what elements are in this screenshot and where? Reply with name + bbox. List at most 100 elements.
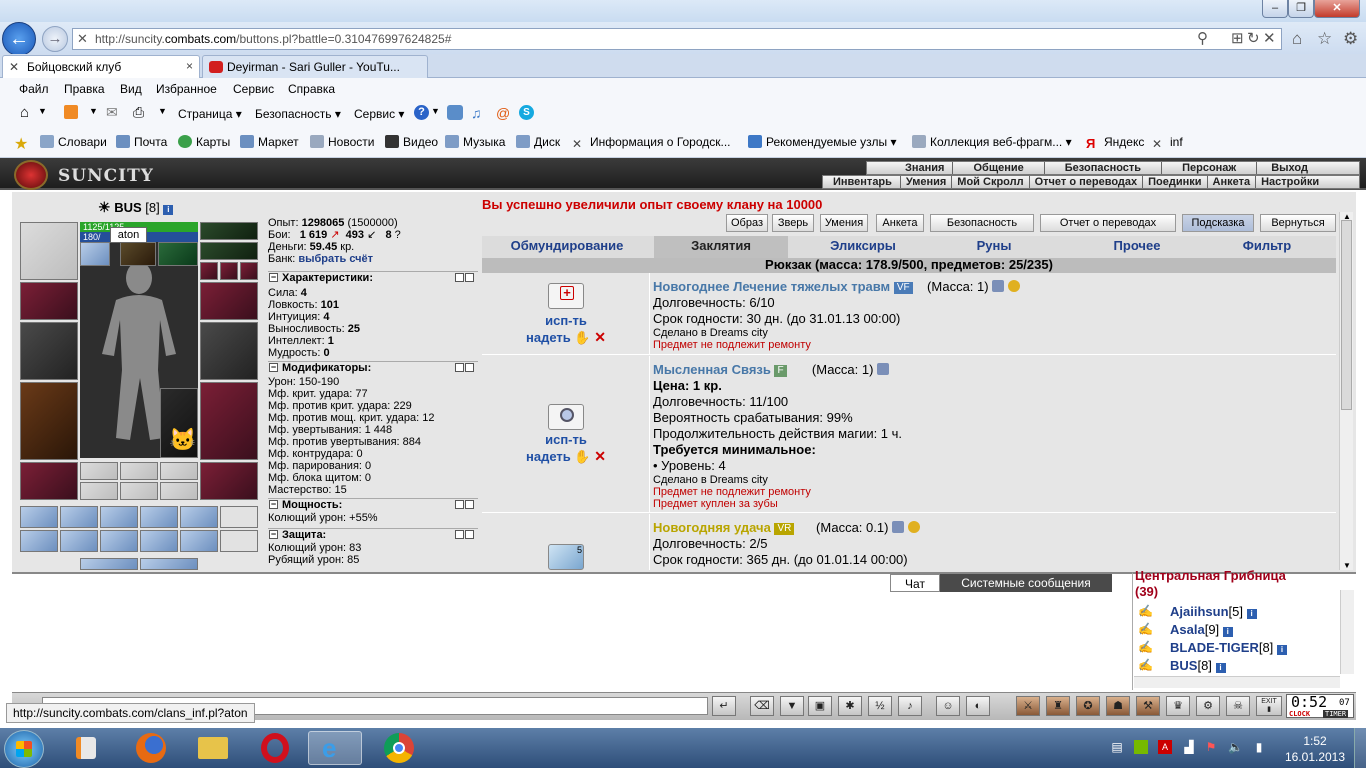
power-header[interactable]: − Мощность:	[268, 498, 478, 511]
refresh-icon[interactable]: ↻	[1247, 29, 1260, 49]
shield-slot[interactable]	[200, 322, 258, 380]
address-bar[interactable]: ✕ http://suncity.combats.com/buttons.pl?…	[72, 28, 1282, 50]
private-message-icon[interactable]: ✍	[1138, 622, 1158, 636]
image-button[interactable]: Образ	[726, 214, 768, 232]
spell-slot-3[interactable]	[158, 242, 198, 266]
spell-slot-1[interactable]	[80, 242, 110, 266]
fav-yandex[interactable]: Я Яндекс	[1086, 135, 1144, 150]
print-icon[interactable]: ⎙	[133, 104, 144, 121]
nav-exit[interactable]: Выход	[1257, 162, 1322, 174]
extra-slot-2[interactable]	[140, 558, 198, 570]
timer-label[interactable]: TIMER	[1323, 710, 1349, 718]
fav-music[interactable]: Музыка	[445, 135, 505, 149]
action-button-2[interactable]: ♜	[1046, 696, 1070, 716]
action-button-8[interactable]: ☠	[1226, 696, 1250, 716]
private-message-icon[interactable]: ✍	[1138, 658, 1158, 672]
nav-security[interactable]: Безопасность	[1045, 162, 1163, 174]
online-scrollbar[interactable]	[1340, 590, 1354, 674]
fight-button[interactable]: ✱	[838, 696, 862, 716]
music-icon[interactable]: ♫	[471, 105, 482, 121]
nav-settings[interactable]: Настройки	[1256, 176, 1324, 188]
quick-slot-1[interactable]	[80, 462, 118, 480]
tab-youtube[interactable]: Deyirman - Sari Guller - YouTu...	[202, 55, 428, 78]
tab-runes[interactable]: Руны	[938, 236, 1050, 258]
use-item-button[interactable]: исп-ть	[482, 313, 650, 329]
ring-slot-2[interactable]	[220, 262, 238, 280]
extra-slot-1[interactable]	[80, 558, 138, 570]
item-title[interactable]: Новогодняя удача	[653, 520, 771, 535]
tray-volume-icon[interactable]: 🔈	[1228, 740, 1243, 754]
nav-skills[interactable]: Умения	[901, 176, 953, 188]
fav-maps[interactable]: Карты	[178, 135, 230, 149]
security-button[interactable]: Безопасность	[930, 214, 1034, 232]
fav-dictionaries[interactable]: Словари	[40, 135, 107, 149]
nav-communication[interactable]: Общение	[953, 162, 1045, 174]
page-menu[interactable]: Страница ▾	[178, 107, 242, 121]
fav-city-info[interactable]: ✕ Информация о Городск...	[572, 135, 731, 151]
quick-slot-2[interactable]	[120, 462, 158, 480]
fav-suggested-sites[interactable]: Рекомендуемые узлы ▾	[748, 135, 897, 149]
tray-nvidia-icon[interactable]	[1134, 740, 1148, 754]
gloves-slot[interactable]	[200, 282, 258, 320]
messenger-icon[interactable]	[447, 105, 463, 120]
profile-button[interactable]: Анкета	[876, 214, 924, 232]
spell-slot-2[interactable]	[120, 242, 156, 266]
scroll-slot-4[interactable]	[140, 506, 178, 528]
scroll-slot-1[interactable]	[20, 506, 58, 528]
smiles-button[interactable]: ☺	[936, 696, 960, 716]
rss-icon[interactable]	[64, 105, 78, 119]
exit-button[interactable]: EXIT ▮	[1256, 696, 1282, 716]
favorites-star-icon[interactable]: ★	[14, 134, 28, 154]
close-window-button[interactable]: ✕	[1314, 0, 1360, 18]
home-icon[interactable]: ⌂	[1292, 29, 1302, 49]
online-user[interactable]: Ajaiihsun[5] i	[1170, 604, 1257, 619]
fav-news[interactable]: Новости	[310, 135, 374, 149]
helmet-slot[interactable]	[20, 222, 78, 280]
tray-network-icon[interactable]: ▤	[1110, 740, 1124, 754]
tray-pdf-icon[interactable]: A	[1158, 740, 1172, 754]
action-button-1[interactable]: ⚔	[1016, 696, 1040, 716]
helmet-button[interactable]: ◐	[966, 696, 990, 716]
bracers-slot[interactable]	[20, 282, 78, 320]
earring-slot[interactable]	[200, 222, 258, 240]
filter-button[interactable]: ▼	[780, 696, 804, 716]
ring-slot-1[interactable]	[200, 262, 218, 280]
help-icon[interactable]: ?	[414, 105, 429, 120]
private-message-icon[interactable]: ✍	[1138, 604, 1158, 618]
show-desktop-button[interactable]	[1354, 728, 1366, 768]
armor-slot[interactable]	[20, 382, 78, 460]
menu-tools[interactable]: Сервис	[233, 82, 274, 96]
tray-flag-icon[interactable]: ⚑	[1204, 740, 1218, 754]
pants-slot[interactable]	[200, 382, 258, 460]
menu-edit[interactable]: Правка	[64, 82, 105, 96]
scroll-slot-10[interactable]	[140, 530, 178, 552]
taskbar-opera[interactable]	[248, 731, 302, 765]
fav-web-slices[interactable]: Коллекция веб-фрагм... ▾	[912, 135, 1072, 149]
tab-chat[interactable]: Чат	[890, 574, 940, 592]
clear-button[interactable]: ⌫	[750, 696, 774, 716]
return-button[interactable]: Вернуться	[1260, 214, 1336, 232]
security-menu[interactable]: Безопасность ▾	[255, 107, 341, 121]
stop-icon[interactable]: ✕	[1263, 29, 1276, 49]
menu-favorites[interactable]: Избранное	[156, 82, 217, 96]
volume-button[interactable]: ♪	[898, 696, 922, 716]
nav-inventory[interactable]: Инвентарь	[823, 176, 901, 188]
taskbar-firefox[interactable]	[124, 731, 178, 765]
online-user[interactable]: Asala[9] i	[1170, 622, 1233, 637]
scroll-slot-6[interactable]	[220, 506, 258, 528]
fav-mail[interactable]: Почта	[116, 135, 167, 149]
search-icon[interactable]: ⚲	[1197, 29, 1208, 49]
fav-market[interactable]: Маркет	[240, 135, 299, 149]
mind-link-scroll-icon[interactable]	[548, 404, 584, 430]
nav-character[interactable]: Персонаж	[1162, 162, 1258, 174]
tab-system-messages[interactable]: Системные сообщения	[940, 574, 1112, 592]
select-bank-account-link[interactable]: выбрать счёт	[298, 253, 373, 265]
menu-file[interactable]: Файл	[19, 82, 49, 96]
nav-fights[interactable]: Поединки	[1143, 176, 1208, 188]
tab-fight-club[interactable]: ✕ Бойцовский клуб ×	[2, 55, 200, 78]
nav-transfer-report[interactable]: Отчет о переводах	[1030, 176, 1144, 188]
settings-gear-icon[interactable]: ⚙	[1343, 29, 1358, 49]
info-icon[interactable]: i	[163, 205, 174, 215]
minimize-button[interactable]: –	[1262, 0, 1288, 18]
nav-knowledge[interactable]: Знания	[867, 162, 954, 174]
